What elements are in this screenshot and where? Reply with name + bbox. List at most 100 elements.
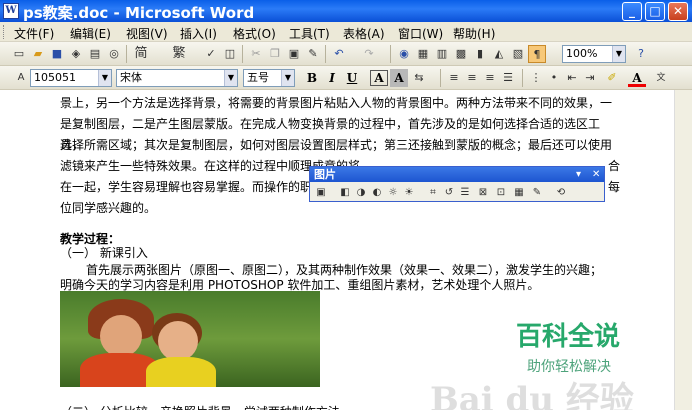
char-shading-button[interactable]: A	[390, 69, 408, 87]
toolbar-options-icon[interactable]: ▾	[576, 167, 581, 182]
open-folder-icon[interactable]: ▰	[29, 45, 47, 63]
toolbar-separator	[325, 45, 326, 63]
crop-icon[interactable]: ⌗	[426, 186, 440, 200]
insert-picture-icon[interactable]: ▣	[314, 186, 328, 200]
set-transparent-color-icon[interactable]: ✎	[530, 186, 544, 200]
increase-indent-icon[interactable]: ⇥	[581, 69, 599, 87]
print-icon[interactable]: ▤	[86, 45, 104, 63]
menu-help[interactable]: 帮助(H)	[453, 25, 495, 42]
less-brightness-icon[interactable]: ☀	[402, 186, 416, 200]
font-combo[interactable]: 宋体 ▼	[116, 69, 238, 87]
chevron-down-icon[interactable]: ▼	[98, 70, 111, 86]
close-button[interactable]: ✕	[668, 2, 688, 21]
watermark-subtitle: 助你轻松解决	[527, 359, 611, 375]
line-style-icon[interactable]: ☰	[458, 186, 472, 200]
align-left-icon[interactable]: ≡	[445, 69, 463, 87]
maximize-button[interactable]: □	[645, 2, 665, 21]
menu-edit[interactable]: 编辑(E)	[70, 25, 111, 42]
toolbar-separator	[440, 69, 441, 87]
menu-tools[interactable]: 工具(T)	[289, 25, 330, 42]
redo-icon[interactable]: ↷	[360, 45, 378, 63]
align-right-icon[interactable]: ≡	[481, 69, 499, 87]
tables-borders-icon[interactable]: ▦	[414, 45, 432, 63]
compress-pictures-icon[interactable]: ⊠	[476, 186, 490, 200]
insert-excel-icon[interactable]: ▩	[452, 45, 470, 63]
drawing-icon[interactable]: ◭	[490, 45, 508, 63]
underline-button[interactable]: U	[343, 69, 361, 87]
zoom-value: 100%	[566, 47, 598, 60]
vertical-scrollbar[interactable]	[674, 90, 692, 410]
highlight-icon[interactable]: ✐	[603, 69, 621, 87]
italic-button[interactable]: I	[323, 69, 341, 87]
char-scale-icon[interactable]: ⇆	[410, 69, 428, 87]
columns-icon[interactable]: ▮	[471, 45, 489, 63]
undo-icon[interactable]: ↶	[330, 45, 348, 63]
minimize-button[interactable]: _	[622, 2, 642, 21]
show-hide-icon[interactable]: ¶	[528, 45, 546, 63]
picture-toolbar[interactable]: 图片 ▾ ✕ ▣ ◧ ◑ ◐ ☼ ☀ ⌗ ↺ ☰ ⊠ ⊡ ▦ ✎ ⟲	[309, 166, 605, 202]
copy-icon[interactable]: ❐	[266, 45, 284, 63]
font-color-button[interactable]: A	[628, 69, 646, 87]
more-contrast-icon[interactable]: ◑	[354, 186, 368, 200]
text-wrapping-icon[interactable]: ⊡	[494, 186, 508, 200]
chevron-down-icon[interactable]: ▼	[224, 70, 237, 86]
decrease-indent-icon[interactable]: ⇤	[563, 69, 581, 87]
justify-icon[interactable]: ☰	[499, 69, 517, 87]
less-contrast-icon[interactable]: ◐	[370, 186, 384, 200]
new-doc-icon[interactable]: ▭	[10, 45, 28, 63]
rotate-left-icon[interactable]: ↺	[442, 186, 456, 200]
print-preview-icon[interactable]: ◎	[105, 45, 123, 63]
spelling-icon[interactable]: ✓	[202, 45, 220, 63]
standard-toolbar: ▭ ▰ ■ ◈ ▤ ◎ 简 繁 ✓ ◫ ✂ ❐ ▣ ✎ ↶ ↷ ◉ ▦ ▥ ▩ …	[0, 42, 692, 66]
menu-view[interactable]: 视图(V)	[126, 25, 168, 42]
close-icon[interactable]: ✕	[592, 167, 600, 182]
traditional-chinese-button[interactable]: 繁	[170, 45, 188, 63]
menu-format[interactable]: 格式(O)	[233, 25, 276, 42]
menu-insert[interactable]: 插入(I)	[180, 25, 217, 42]
picture-toolbar-title: 图片	[314, 168, 336, 181]
menu-table[interactable]: 表格(A)	[343, 25, 385, 42]
document-map-icon[interactable]: ▧	[509, 45, 527, 63]
bullets-icon[interactable]: •	[545, 69, 563, 87]
format-picture-icon[interactable]: ▦	[512, 186, 526, 200]
watermark-title: 百科全说	[516, 322, 621, 352]
toolbar-separator	[390, 45, 391, 63]
toolbar-separator	[242, 45, 243, 63]
help-icon[interactable]: ?	[632, 45, 650, 63]
menu-bar: 文件(F) 编辑(E) 视图(V) 插入(I) 格式(O) 工具(T) 表格(A…	[0, 22, 692, 42]
paste-icon[interactable]: ▣	[285, 45, 303, 63]
color-icon[interactable]: ◧	[338, 186, 352, 200]
title-bar: W ps教案.doc - Microsoft Word _ □ ✕	[0, 0, 692, 22]
reset-picture-icon[interactable]: ⟲	[554, 186, 568, 200]
toolbar-separator	[126, 45, 127, 63]
style-value: 105051	[34, 71, 76, 84]
font-size-combo[interactable]: 五号 ▼	[243, 69, 295, 87]
align-center-icon[interactable]: ≡	[463, 69, 481, 87]
bold-button[interactable]: B	[303, 69, 321, 87]
simplified-chinese-button[interactable]: 简	[132, 45, 150, 63]
save-icon[interactable]: ■	[48, 45, 66, 63]
permission-icon[interactable]: ◈	[67, 45, 85, 63]
phonetic-guide-icon[interactable]: 文	[652, 69, 670, 87]
style-combo[interactable]: 105051 ▼	[30, 69, 112, 87]
zoom-combo[interactable]: 100% ▼	[562, 45, 626, 63]
research-icon[interactable]: ◫	[221, 45, 239, 63]
menu-grip[interactable]	[3, 25, 6, 39]
picture-toolbar-title-bar[interactable]: 图片 ▾ ✕	[310, 167, 604, 182]
format-painter-icon[interactable]: ✎	[304, 45, 322, 63]
doc-line-fragment: 合	[608, 159, 621, 173]
chevron-down-icon[interactable]: ▼	[281, 70, 294, 86]
children-photo[interactable]	[60, 291, 320, 387]
menu-window[interactable]: 窗口(W)	[398, 25, 443, 42]
char-border-button[interactable]: A	[370, 70, 388, 86]
menu-file[interactable]: 文件(F)	[14, 25, 54, 42]
insert-table-icon[interactable]: ▥	[433, 45, 451, 63]
chevron-down-icon[interactable]: ▼	[612, 46, 625, 62]
numbering-icon[interactable]: ⋮	[527, 69, 545, 87]
styles-pane-icon[interactable]: A	[12, 69, 30, 87]
word-app-icon[interactable]: W	[3, 3, 19, 19]
cut-icon[interactable]: ✂	[247, 45, 265, 63]
hyperlink-icon[interactable]: ◉	[395, 45, 413, 63]
more-brightness-icon[interactable]: ☼	[386, 186, 400, 200]
doc-line: 选择所需区域；其次是复制图层，如何对图层设置图层样式；第三还接触到蒙版的概念；最…	[60, 138, 613, 152]
